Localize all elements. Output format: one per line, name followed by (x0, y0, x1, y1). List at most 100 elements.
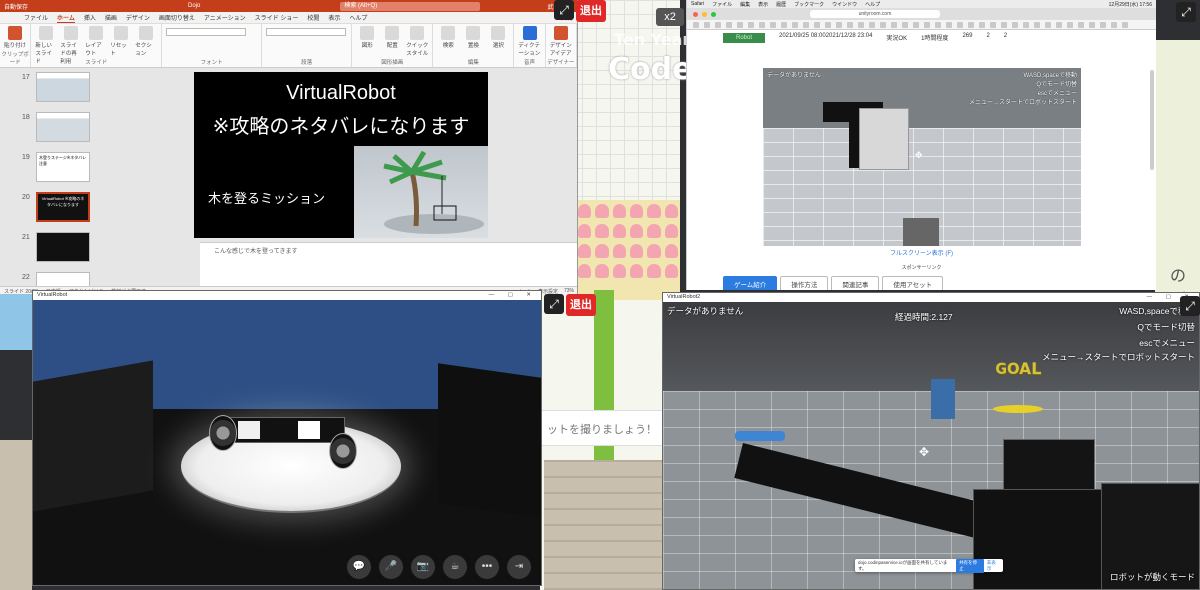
bookmark-icon[interactable] (979, 21, 985, 28)
bookmark-icon[interactable] (770, 21, 776, 28)
bookmark-icon[interactable] (1034, 21, 1040, 28)
close-icon[interactable] (693, 11, 698, 17)
bookmark-icon[interactable] (737, 21, 743, 28)
menubar-item[interactable]: 履歴 (776, 1, 786, 8)
bookmark-icon[interactable] (847, 21, 853, 28)
bookmark-icon[interactable] (935, 21, 941, 28)
ribbon-tab[interactable]: 描画 (105, 13, 117, 22)
current-slide[interactable]: VirtualRobot ※攻略のネタバレになります 木を登るミッション (194, 72, 488, 238)
camera-off-icon[interactable]: 📷 (411, 555, 435, 579)
bookmark-icon[interactable] (858, 21, 864, 28)
bookmark-icon[interactable] (693, 21, 699, 28)
bookmark-icon[interactable] (957, 21, 963, 28)
bookmark-icon[interactable] (1012, 21, 1018, 28)
address-bar[interactable]: unityroom.com (810, 10, 940, 18)
ppt-search-input[interactable]: 検索 (Alt+Q) (340, 1, 481, 11)
bookmark-icon[interactable] (1122, 21, 1128, 28)
bookmark-icon[interactable] (1089, 21, 1095, 28)
fullscreen-link[interactable]: フルスクリーン表示 (F) (687, 248, 1156, 257)
bookmark-icon[interactable] (913, 21, 919, 28)
ribbon-tab[interactable]: スライド ショー (255, 13, 299, 22)
bookmark-icon[interactable] (1056, 21, 1062, 28)
slide-thumbnail[interactable]: 木登りステージ※ネタバレ注意 (36, 152, 90, 182)
ribbon-tab[interactable]: 挿入 (84, 13, 96, 22)
bookmark-icon[interactable] (924, 21, 930, 28)
bookmark-icon[interactable] (1067, 21, 1073, 28)
bookmark-icon[interactable] (1100, 21, 1106, 28)
page-tab[interactable]: 使用アセット (882, 276, 944, 290)
coffee-icon[interactable]: ☕ (443, 555, 467, 579)
bookmark-icon[interactable] (902, 21, 908, 28)
bookmark-icon[interactable] (759, 21, 765, 28)
speaker-notes[interactable]: こんな感じで木を登ってきます (200, 242, 577, 286)
bookmark-icon[interactable] (880, 21, 886, 28)
ribbon-tab[interactable]: デザイン (126, 13, 150, 22)
bookmark-icon[interactable] (1001, 21, 1007, 28)
menubar-item[interactable]: ブックマーク (794, 1, 824, 8)
zoom-badge[interactable]: x2 (656, 8, 684, 26)
window-controls[interactable]: — ▢ ✕ (489, 292, 537, 299)
ribbon-tab[interactable]: ファイル (24, 13, 48, 22)
unity-game-frame[interactable]: データがありません WASD,spaceで移動 Qでモード切替 escでメニュー… (763, 68, 1081, 246)
bookmark-icon[interactable] (968, 21, 974, 28)
chat-icon[interactable]: 💬 (347, 555, 371, 579)
menubar-item[interactable]: 表示 (758, 1, 768, 8)
bookmark-icon[interactable] (1023, 21, 1029, 28)
ribbon-tab[interactable]: ヘルプ (349, 13, 367, 22)
bookmark-icon[interactable] (836, 21, 842, 28)
bookmark-icon[interactable] (1045, 21, 1051, 28)
bookmark-icon[interactable] (869, 21, 875, 28)
bookmark-icon[interactable] (946, 21, 952, 28)
slide-thumbnail[interactable] (36, 112, 90, 142)
menubar-item[interactable]: 編集 (740, 1, 750, 8)
bookmark-icon[interactable] (704, 21, 710, 28)
font-selector[interactable] (166, 28, 247, 36)
leave-icon[interactable]: ⇥ (507, 555, 531, 579)
ribbon-tab[interactable]: 校閲 (307, 13, 319, 22)
bookmark-icon[interactable] (781, 21, 787, 28)
slide-thumbnail[interactable]: VirtualRobot ※攻略のネタバレになります (36, 192, 90, 222)
bookmark-icon[interactable] (814, 21, 820, 28)
slide-thumbnail[interactable] (36, 232, 90, 262)
menubar-item[interactable]: Safari (691, 1, 704, 7)
maximize-icon[interactable] (711, 11, 716, 17)
more-icon[interactable]: ••• (475, 555, 499, 579)
menubar-item[interactable]: ヘルプ (865, 1, 880, 8)
bookmark-icon[interactable] (1111, 21, 1117, 28)
bookmark-icon[interactable] (726, 21, 732, 28)
page-tab[interactable]: 操作方法 (780, 276, 829, 290)
page-tab[interactable]: ゲーム紹介 (723, 276, 778, 290)
bookmark-icon[interactable] (715, 21, 721, 28)
expand-icon[interactable]: ⤢ (544, 294, 564, 314)
exit-button[interactable]: 退出 (576, 0, 606, 22)
ribbon-tab[interactable]: 画面切り替え (159, 13, 195, 22)
bookmark-icon[interactable] (990, 21, 996, 28)
page-tab[interactable]: 関連記事 (831, 276, 880, 290)
expand-icon[interactable]: ⤢ (1176, 2, 1196, 22)
page-scrollbar[interactable] (1150, 70, 1154, 170)
autosave-label[interactable]: 自動保存 (4, 2, 28, 11)
bookmark-icon[interactable] (803, 21, 809, 28)
slide-thumbnail[interactable] (36, 72, 90, 102)
expand-icon[interactable]: ⤢ (554, 0, 574, 20)
ribbon-tab[interactable]: 表示 (328, 13, 340, 22)
hide-button[interactable]: 非表示 (987, 560, 1000, 572)
minimize-icon[interactable] (702, 11, 707, 17)
ribbon-tab[interactable]: アニメーション (204, 13, 246, 22)
stop-sharing-button[interactable]: 共有を停止 (956, 558, 984, 573)
bookmark-icon[interactable] (748, 21, 754, 28)
bookmark-icon[interactable] (825, 21, 831, 28)
bookmark-icon[interactable] (792, 21, 798, 28)
ribbon-tab[interactable]: ホーム (57, 13, 75, 23)
exit-button[interactable]: 退出 (566, 294, 596, 316)
bookmark-icon[interactable] (1078, 21, 1084, 28)
bookmark-icon[interactable] (891, 21, 897, 28)
chat-input[interactable]: ットを撮りましょう！ (540, 410, 665, 446)
menubar-item[interactable]: ウインドウ (832, 1, 857, 8)
game-tag[interactable]: Robot (723, 33, 765, 43)
zoom-level[interactable]: 73% (564, 288, 574, 294)
expand-icon[interactable]: ⤢ (1180, 296, 1200, 316)
menubar-item[interactable]: ファイル (712, 1, 732, 8)
mic-muted-icon[interactable]: 🎤 (379, 555, 403, 579)
paragraph-controls[interactable] (266, 28, 347, 36)
